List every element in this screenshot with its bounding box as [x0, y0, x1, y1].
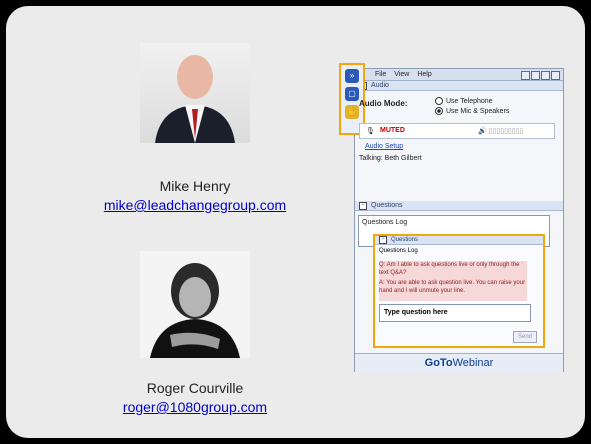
expand-icon[interactable]: »: [345, 69, 359, 83]
roger-courville-photo: [140, 251, 250, 358]
presenter-name: Roger Courville: [146, 380, 244, 396]
menu-help[interactable]: Help: [417, 71, 431, 78]
float-button[interactable]: [541, 71, 550, 80]
restore-button[interactable]: [531, 71, 540, 80]
talking-label: Talking: Beth Gilbert: [359, 155, 422, 162]
presenter-name: Mike Henry: [159, 178, 231, 194]
slide: Mike Henry mike@leadchangegroup.com Roge…: [6, 6, 585, 438]
send-button[interactable]: Send: [513, 331, 537, 343]
questions-section-header[interactable]: − Questions: [355, 201, 563, 211]
questions-log-label: Questions Log: [362, 219, 408, 226]
audio-mode-label: Audio Mode:: [359, 99, 408, 108]
popup-questions-header[interactable]: − Questions: [375, 236, 543, 245]
popup-questions-log-label: Questions Log: [379, 248, 418, 254]
collapse-icon[interactable]: −: [379, 236, 387, 244]
menu-bar: File View Help: [355, 69, 563, 81]
radio-icon[interactable]: [435, 97, 443, 105]
gotowebinar-logo: GoToWebinar: [355, 353, 563, 372]
option-mic-speakers[interactable]: Use Mic & Speakers: [435, 107, 509, 115]
questions-popup: − Questions Questions Log Q: Am I able t…: [373, 234, 545, 348]
audio-section-header[interactable]: − Audio: [355, 81, 563, 91]
hand-raise-icon[interactable]: ✋: [345, 105, 359, 119]
minimize-button[interactable]: [521, 71, 530, 80]
speaker-icon: 🔊 ▯▯▯▯▯▯▯▯▯: [478, 128, 524, 135]
mike-henry-photo: [140, 43, 250, 143]
presenter-email-link[interactable]: mike@leadchangegroup.com: [75, 197, 315, 213]
question-text: Q: Am I able to ask questions live or on…: [379, 262, 520, 276]
screen-icon[interactable]: ▢: [345, 87, 359, 101]
collapse-icon[interactable]: −: [359, 201, 367, 210]
audio-status-box: 🎙 MUTED 🔊 ▯▯▯▯▯▯▯▯▯: [359, 123, 555, 139]
menu-view[interactable]: View: [394, 71, 409, 78]
radio-selected-icon[interactable]: [435, 107, 443, 115]
answer-text: A: You are able to ask question live. Yo…: [379, 280, 526, 294]
qa-thread: Q: Am I able to ask questions live or on…: [379, 261, 527, 301]
option-telephone[interactable]: Use Telephone: [435, 97, 493, 105]
presenter-email-link[interactable]: roger@1080group.com: [75, 399, 315, 415]
question-input[interactable]: Type question here: [379, 304, 531, 322]
muted-status: MUTED: [380, 127, 405, 134]
audio-setup-link[interactable]: Audio Setup: [365, 143, 403, 150]
close-button[interactable]: [551, 71, 560, 80]
mic-icon[interactable]: 🎙: [366, 127, 375, 135]
menu-file[interactable]: File: [375, 71, 386, 78]
